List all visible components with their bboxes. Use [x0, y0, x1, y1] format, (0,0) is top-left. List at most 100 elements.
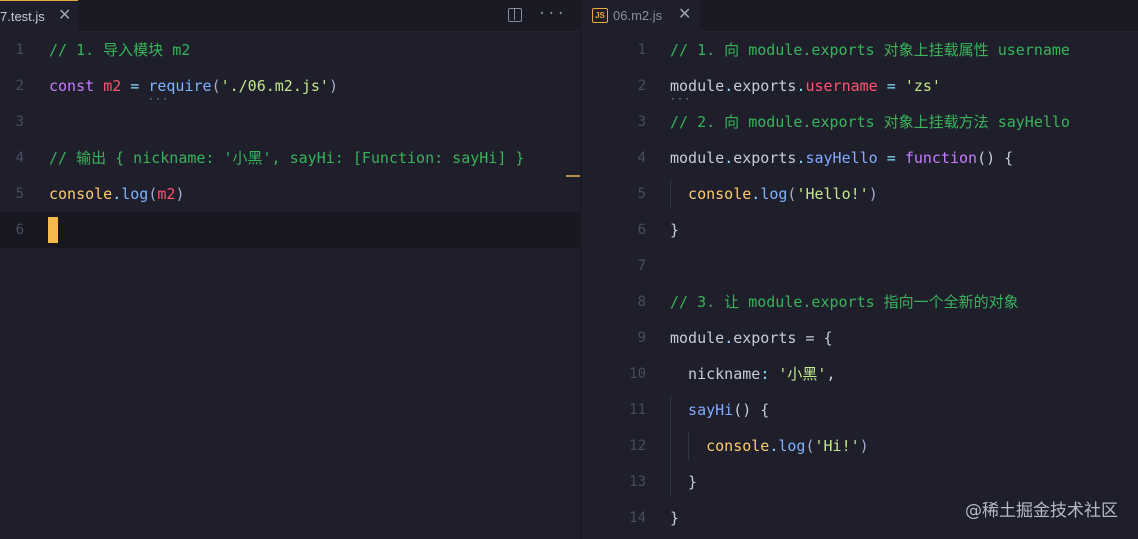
- code-line[interactable]: 1 // 1. 向 module.exports 对象上挂载属性 username: [582, 32, 1138, 68]
- watermark: @稀土掘金技术社区: [965, 501, 1118, 521]
- js-file-icon: JS: [592, 8, 608, 23]
- code-token: // 3. 让 module.exports 指向一个全新的对象: [670, 293, 1019, 311]
- code-token: 'Hi!': [814, 437, 860, 455]
- code-token: '小黑': [778, 365, 827, 383]
- line-number: 7: [637, 258, 646, 274]
- code-token: m2: [103, 77, 122, 95]
- code-token: console: [670, 185, 752, 203]
- right-editor-pane: JS 06.m2.js ✕ 1 // 1. 向 module.exports 对象…: [582, 0, 1138, 539]
- code-token: './06.m2.js': [220, 77, 329, 95]
- code-text: // 2. 向 module.exports 对象上挂载方法 sayHello: [670, 104, 1070, 140]
- code-line[interactable]: 2 module.exports.username = 'zs': [582, 68, 1138, 104]
- code-line[interactable]: 5 console.log(m2): [0, 176, 580, 212]
- code-token: ): [859, 437, 869, 455]
- code-text: module.exports.sayHello = function() {: [670, 140, 1013, 176]
- text-cursor: [48, 217, 58, 243]
- line-number: 10: [629, 366, 646, 382]
- tab-test-js[interactable]: 7.test.js ✕: [0, 0, 78, 32]
- code-line[interactable]: 12 console.log('Hi!'): [582, 428, 1138, 464]
- code-text: // 3. 让 module.exports 指向一个全新的对象: [670, 284, 1019, 320]
- code-line[interactable]: 3: [0, 104, 580, 140]
- split-editor-icon[interactable]: [507, 8, 522, 22]
- code-token: nickname: [670, 365, 761, 383]
- code-text: // 输出 { nickname: '小黑', sayHi: [Function…: [49, 140, 524, 176]
- code-line[interactable]: 5 console.log('Hello!'): [582, 176, 1138, 212]
- overview-ruler-mark: [566, 175, 580, 177]
- code-line[interactable]: 1 // 1. 导入模块 m2: [0, 32, 580, 68]
- code-text: sayHi() {: [670, 392, 769, 428]
- code-text: const m2 = require('./06.m2.js'): [49, 68, 338, 104]
- left-editor-pane: 7.test.js ✕ ··· 1 // 1. 导入模块 m2 2 const m2 …: [0, 0, 580, 539]
- code-line[interactable]: 7: [582, 248, 1138, 284]
- code-token: username: [805, 77, 878, 95]
- code-line[interactable]: 2 const m2 = require('./06.m2.js'): [0, 68, 580, 104]
- line-number: 11: [629, 402, 646, 418]
- code-token: }: [670, 509, 680, 527]
- code-editor-right[interactable]: 1 // 1. 向 module.exports 对象上挂载属性 username…: [582, 32, 1138, 539]
- code-token: console: [670, 437, 770, 455]
- code-text: // 1. 向 module.exports 对象上挂载属性 username: [670, 32, 1070, 68]
- close-icon[interactable]: ✕: [58, 7, 71, 25]
- code-line[interactable]: 8 // 3. 让 module.exports 指向一个全新的对象: [582, 284, 1138, 320]
- code-token: console: [49, 185, 113, 203]
- code-token: 'Hello!': [796, 185, 869, 203]
- line-number: 14: [629, 510, 646, 526]
- line-number: 6: [637, 222, 646, 238]
- code-line[interactable]: 6: [0, 212, 580, 248]
- code-token: log: [121, 185, 149, 203]
- code-token: const: [49, 77, 104, 95]
- more-actions-icon[interactable]: ···: [538, 6, 566, 22]
- code-token: module: [670, 149, 725, 167]
- code-token: log: [778, 437, 806, 455]
- code-token: }: [670, 221, 680, 239]
- code-token: // 1. 向 module.exports 对象上挂载属性 username: [670, 41, 1070, 59]
- close-icon[interactable]: ✕: [678, 6, 691, 24]
- code-line[interactable]: 4 module.exports.sayHello = function() {: [582, 140, 1138, 176]
- indent-guide: [688, 432, 689, 460]
- code-token: ): [328, 77, 338, 95]
- code-token: =: [877, 149, 905, 167]
- line-number: 5: [15, 186, 24, 202]
- code-token: ): [175, 185, 185, 203]
- tab-m2-js[interactable]: JS 06.m2.js ✕: [582, 0, 700, 32]
- code-text: }: [670, 212, 679, 248]
- code-token: // 输出 { nickname: '小黑', sayHi: [Function…: [49, 149, 525, 167]
- code-token: .: [112, 185, 122, 203]
- code-token: (: [211, 77, 221, 95]
- code-token: .: [724, 77, 734, 95]
- code-token: (: [805, 437, 815, 455]
- code-text: console.log(m2): [49, 176, 184, 212]
- code-line[interactable]: 13 }: [582, 464, 1138, 500]
- code-token: }: [670, 473, 698, 491]
- code-editor-left[interactable]: 1 // 1. 导入模块 m2 2 const m2 = require('./06.…: [0, 32, 580, 539]
- code-text: // 1. 导入模块 m2: [49, 32, 190, 68]
- code-token: () {: [977, 149, 1014, 167]
- code-line[interactable]: 4 // 输出 { nickname: '小黑', sayHi: [Functio…: [0, 140, 580, 176]
- code-line[interactable]: 11 sayHi() {: [582, 392, 1138, 428]
- code-line[interactable]: 3 // 2. 向 module.exports 对象上挂载方法 sayHello: [582, 104, 1138, 140]
- code-token: =: [877, 77, 905, 95]
- line-number: 2: [15, 78, 24, 94]
- line-number: 3: [637, 114, 646, 130]
- line-number: 13: [629, 474, 646, 490]
- code-line[interactable]: 10 nickname: '小黑',: [582, 356, 1138, 392]
- code-line[interactable]: 6}: [582, 212, 1138, 248]
- code-token: :: [760, 365, 779, 383]
- code-token: require: [148, 77, 212, 95]
- code-token: () {: [733, 401, 770, 419]
- code-token: exports: [733, 149, 797, 167]
- code-token: ,: [826, 365, 836, 383]
- line-number: 1: [15, 42, 24, 58]
- code-token: module: [670, 77, 725, 95]
- line-number: 12: [629, 438, 646, 454]
- hint-dots: ···: [670, 94, 692, 105]
- code-line[interactable]: 9 module.exports = {: [582, 320, 1138, 356]
- indent-guide: [670, 180, 671, 208]
- line-number: 8: [637, 294, 646, 310]
- code-text: nickname: '小黑',: [670, 356, 835, 392]
- code-token: exports: [733, 329, 797, 347]
- code-token: module: [670, 329, 725, 347]
- tab-label: 7.test.js: [0, 9, 45, 24]
- left-tab-bar: 7.test.js ✕ ···: [0, 0, 580, 32]
- code-token: log: [760, 185, 788, 203]
